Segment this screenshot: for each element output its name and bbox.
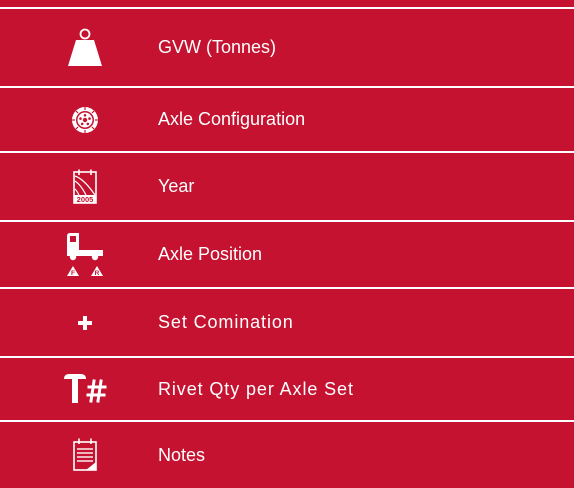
notes-icon [42,422,128,488]
plus-icon [42,289,128,356]
legend-label-notes: Notes [158,444,206,465]
front-axle-marker: F [71,270,75,277]
legend-row-notes: Notes [0,422,574,488]
calendar-year-icon: 2005 [42,153,128,220]
legend-row-axle-position: F R Axle Position [0,222,574,287]
legend-row-axle-configuration: Axle Configuration [0,88,574,151]
rivet-count-icon [42,358,128,420]
rear-axle-marker: R [95,270,100,277]
legend-label-set-comination: Set Comination [158,312,294,332]
truck-axle-position-icon: F R [42,222,128,287]
weight-icon [42,9,128,86]
legend-row-set-comination: Set Comination [0,289,574,356]
legend-label-gvw: GVW (Tonnes) [158,37,277,57]
legend-row-rivet-qty: Rivet Qty per Axle Set [0,358,574,420]
wheel-icon [42,88,128,151]
legend-label-rivet-qty: Rivet Qty per Axle Set [158,378,354,399]
legend-row-year: 2005 Year [0,153,574,220]
legend-label-year: Year [158,176,195,196]
legend-label-axle-configuration: Axle Configuration [158,109,306,129]
legend-row-gvw: GVW (Tonnes) [0,9,574,86]
legend-panel: GVW (Tonnes) Axle Configuration 2005 Yea… [0,0,574,488]
legend-label-axle-position: Axle Position [158,244,263,264]
calendar-year-text: 2005 [77,194,94,203]
